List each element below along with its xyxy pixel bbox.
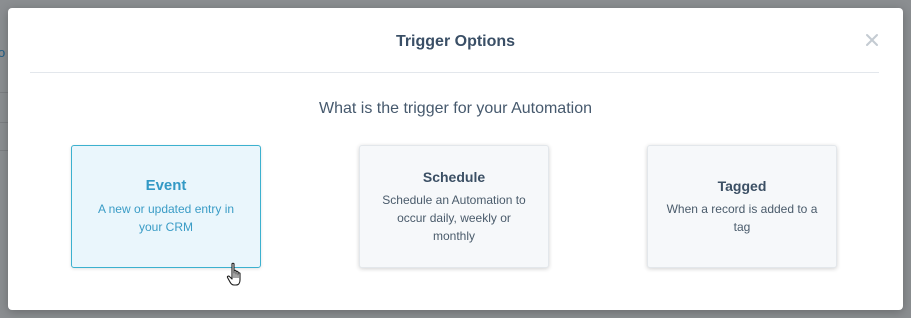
trigger-question: What is the trigger for your Automation bbox=[318, 100, 592, 117]
trigger-option-description: Schedule an Automation to occur daily, w… bbox=[382, 192, 526, 243]
trigger-option-title: Event bbox=[145, 177, 187, 194]
close-icon[interactable] bbox=[863, 31, 881, 49]
trigger-option-title: Schedule bbox=[422, 168, 486, 185]
background-partial-text: o bbox=[0, 45, 6, 60]
trigger-option-description: A new or updated entry in your CRM bbox=[97, 202, 235, 234]
trigger-option-schedule[interactable]: Schedule Schedule an Automation to occur… bbox=[359, 145, 549, 268]
trigger-option-description: When a record is added to a tag bbox=[666, 201, 818, 234]
trigger-option-title: Tagged bbox=[717, 177, 767, 194]
trigger-option-event[interactable]: Event A new or updated entry in your CRM bbox=[71, 145, 261, 268]
trigger-options-modal: Trigger Options What is the trigger for … bbox=[8, 8, 903, 310]
modal-title: Trigger Options bbox=[395, 33, 516, 50]
hand-pointer-icon bbox=[226, 262, 246, 288]
header-divider bbox=[30, 72, 879, 73]
trigger-option-tagged[interactable]: Tagged When a record is added to a tag bbox=[647, 145, 837, 268]
